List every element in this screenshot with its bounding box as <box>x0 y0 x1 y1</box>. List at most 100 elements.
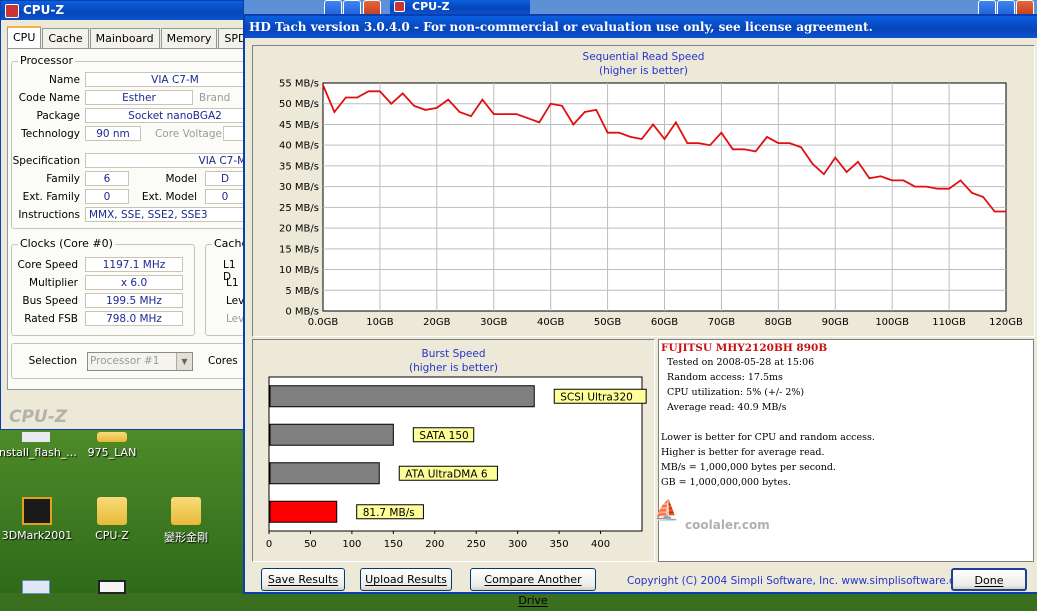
core-speed-value: 1197.1 MHz <box>85 257 183 272</box>
seq-y-tick-label: 45 MB/s <box>279 120 319 131</box>
tab-cpu[interactable]: CPU <box>7 26 42 48</box>
ext-model-value: 0 <box>205 189 243 204</box>
seq-x-tick-label: 30GB <box>480 317 507 328</box>
seq-data-point <box>424 109 427 111</box>
seq-data-point <box>390 102 393 105</box>
chevron-down-icon[interactable]: ▼ <box>176 353 192 370</box>
core-speed-label: Core Speed <box>17 259 78 271</box>
tab-spd[interactable]: SPD <box>218 28 243 48</box>
burst-x-tick-label: 150 <box>384 539 403 550</box>
seq-y-tick-label: 20 MB/s <box>279 224 319 235</box>
desktop-icon-transformers[interactable]: 變形金剛 <box>146 497 226 545</box>
note-lower-better: Lower is better for CPU and random acces… <box>661 432 875 443</box>
tab-cache[interactable]: Cache <box>42 28 89 48</box>
family-value: 6 <box>85 171 129 186</box>
rated-fsb-value: 798.0 MHz <box>85 311 183 326</box>
processor-group-label: Processor <box>18 54 75 67</box>
burst-bar <box>269 462 380 485</box>
seq-x-tick-label: 110GB <box>932 317 966 328</box>
seq-x-tick-label: 100GB <box>875 317 909 328</box>
burst-x-tick-label: 250 <box>467 539 486 550</box>
seq-data-point <box>515 113 518 115</box>
seq-data-point <box>572 123 575 126</box>
seq-data-point <box>367 90 370 93</box>
seq-data-point <box>743 148 745 151</box>
package-label: Package <box>36 110 80 122</box>
desktop-icon-cpu-z[interactable]: CPU-Z <box>72 497 152 542</box>
seq-data-point <box>720 131 723 134</box>
cpuz-brand-logo: CPU-Z <box>9 407 68 427</box>
cpuz-tabs: CPU Cache Mainboard Memory SPD <box>7 26 243 48</box>
seq-x-tick-label: 50GB <box>594 317 621 328</box>
desktop-icon-partial[interactable] <box>22 580 50 594</box>
seq-y-tick-label: 35 MB/s <box>279 161 319 172</box>
background-window-titlebar[interactable]: CPU-Z <box>390 0 530 14</box>
hdtach-titlebar[interactable]: HD Tach version 3.0.4.0 - For non-commer… <box>245 16 1037 38</box>
seq-y-tick-label: 30 MB/s <box>279 182 319 193</box>
seq-data-point <box>675 121 677 124</box>
desktop-icon-label: 3DMark2001 <box>1 529 73 542</box>
seq-data-point <box>959 179 962 182</box>
burst-bar <box>269 385 535 408</box>
burst-bar-label-text: ATA UltraDMA 6 <box>405 468 488 480</box>
tab-mainboard[interactable]: Mainboard <box>89 28 160 48</box>
seq-data-point <box>902 179 905 182</box>
background-window-title: CPU-Z <box>412 0 450 13</box>
seq-data-point <box>936 187 939 190</box>
average-read: Average read: 40.9 MB/s <box>667 402 787 413</box>
desktop-icon-975-lan[interactable]: 975_LAN <box>72 432 152 459</box>
seq-data-point <box>879 175 882 178</box>
sequential-read-chart: 0.0GB 10GB 20GB 30GB 40GB 50GB 60GB 70GB 80GB 90G… <box>279 79 1023 329</box>
tab-memory[interactable]: Memory <box>160 28 218 48</box>
technology-label: Technology <box>21 128 80 140</box>
burst-bar <box>269 423 394 446</box>
seq-x-tick-label: 20GB <box>423 317 450 328</box>
bus-speed-value: 199.5 MHz <box>85 293 183 308</box>
done-button[interactable]: Done <box>951 568 1027 591</box>
seq-data-point <box>344 96 347 99</box>
burst-x-tick-label: 200 <box>425 539 444 550</box>
seq-y-tick-label: 25 MB/s <box>279 203 319 214</box>
desktop-icon-install-flash[interactable]: install_flash_... <box>0 432 77 459</box>
technology-value: 90 nm <box>85 126 141 141</box>
burst-x-tick-label: 350 <box>550 539 569 550</box>
hdtach-window-title: HD Tach version 3.0.4.0 - For non-commer… <box>249 20 873 34</box>
cores-label: Cores <box>208 355 238 367</box>
codename-value: Esther <box>85 90 193 105</box>
seq-data-point <box>413 105 415 107</box>
desktop: install_flash_... 975_LAN 3DMark2001 CPU… <box>0 0 1037 607</box>
seq-data-point <box>640 138 643 140</box>
seq-data-point <box>766 136 768 138</box>
desktop-icon-partial-2[interactable] <box>98 580 126 594</box>
seq-x-tick-label: 40GB <box>537 317 564 328</box>
save-results-button[interactable]: Save Results <box>261 568 345 591</box>
specification-label: Specification <box>12 155 80 167</box>
seq-data-point <box>356 96 358 99</box>
upload-results-button[interactable]: Upload Results <box>360 568 452 591</box>
clocks-group-label: Clocks (Core #0) <box>18 237 115 250</box>
seq-data-point <box>811 163 814 165</box>
compare-another-drive-button[interactable]: Compare Another Drive <box>470 568 596 607</box>
watermark-logo: ⛵ <box>654 498 679 522</box>
cpuz-titlebar[interactable]: CPU-Z <box>1 1 243 20</box>
burst-x-tick-label: 0 <box>266 539 272 550</box>
name-label: Name <box>49 74 80 86</box>
copyright-text: Copyright (C) 2004 Simpli Software, Inc.… <box>627 575 972 587</box>
seq-data-point <box>481 98 484 101</box>
drive-model: FUJITSU MHY2120BH 890B <box>661 342 828 354</box>
desktop-icon-3dmark2001[interactable]: 3DMark2001 <box>0 497 77 542</box>
seq-data-point <box>823 173 825 175</box>
burst-bar-label-text: SATA 150 <box>419 430 468 442</box>
seq-y-tick-label: 40 MB/s <box>279 141 319 152</box>
seq-data-point <box>606 131 609 134</box>
cache-lev1-label: Lev <box>226 295 244 307</box>
seq-x-tick-label: 60GB <box>651 317 678 328</box>
cache-l1-label: L1 <box>226 277 239 289</box>
processor-select[interactable]: Processor #1 ▼ <box>87 352 193 371</box>
core-voltage-value <box>223 126 243 141</box>
burst-bar-label: 81.7 MB/s <box>356 504 424 520</box>
seq-data-point <box>914 185 916 188</box>
seq-y-tick-label: 0 MB/s <box>285 307 319 318</box>
random-access: Random access: 17.5ms <box>667 372 783 383</box>
seq-data-point <box>401 92 404 95</box>
